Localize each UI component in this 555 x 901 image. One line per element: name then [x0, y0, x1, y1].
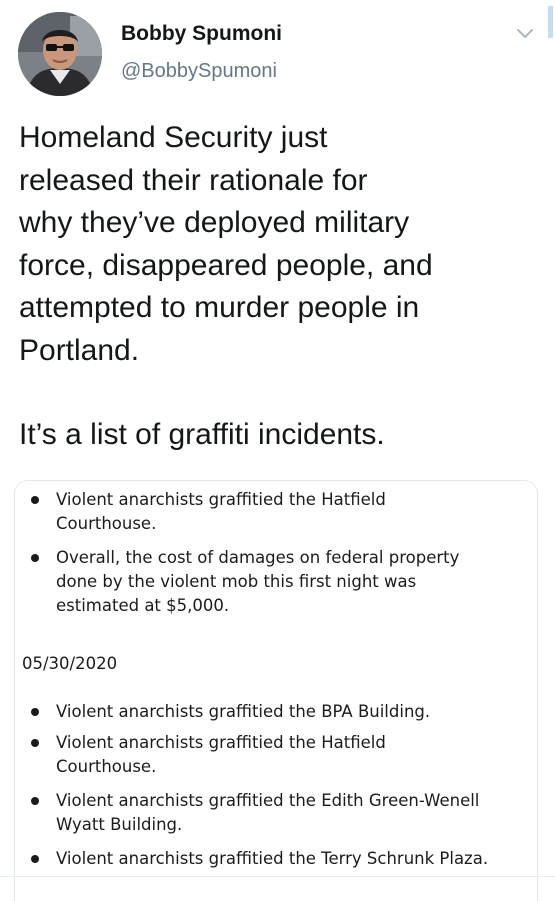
list-item: Violent anarchists graffitied the Edith …	[31, 789, 501, 837]
chevron-down-icon[interactable]	[515, 26, 535, 42]
bullet-icon	[31, 496, 39, 504]
avatar-photo	[18, 12, 102, 96]
bullet-icon	[31, 855, 39, 863]
list-item-text: Violent anarchists graffitied the BPA Bu…	[56, 702, 431, 721]
display-name[interactable]: Bobby Spumoni	[121, 22, 282, 46]
edge-divider	[548, 6, 553, 38]
bullet-icon	[31, 708, 39, 716]
list-item: Violent anarchists graffitied the Hatfie…	[31, 488, 501, 536]
user-handle[interactable]: @BobbySpumoni	[121, 60, 277, 83]
attached-image[interactable]: Violent anarchists graffitied the Hatfie…	[14, 480, 538, 901]
list-item: Violent anarchists graffitied the Hatfie…	[31, 731, 501, 779]
date-heading: 05/30/2020	[22, 654, 118, 673]
tweet-paragraph: Homeland Security just released their ra…	[19, 121, 433, 367]
list-item: Overall, the cost of damages on federal …	[31, 546, 501, 618]
bottom-divider	[0, 876, 555, 877]
list-item-text: Violent anarchists graffitied the Edith …	[56, 791, 480, 834]
bullet-icon	[31, 554, 39, 562]
list-item-text: Violent anarchists graffitied the Hatfie…	[56, 490, 386, 533]
bullet-icon	[31, 739, 39, 747]
tweet: Bobby Spumoni @BobbySpumoni Homeland Sec…	[0, 0, 555, 901]
tweet-text: Homeland Security just released their ra…	[19, 117, 539, 457]
tweet-paragraph: It’s a list of graffiti incidents.	[19, 418, 385, 451]
list-item-text: Overall, the cost of damages on federal …	[56, 548, 460, 615]
bullet-icon	[31, 797, 39, 805]
list-item: Violent anarchists graffitied the Terry …	[31, 847, 501, 871]
avatar[interactable]	[18, 12, 102, 96]
list-item-text: Violent anarchists graffitied the Terry …	[56, 849, 489, 868]
list-item-text: Violent anarchists graffitied the Hatfie…	[56, 733, 386, 776]
list-item: Violent anarchists graffitied the BPA Bu…	[31, 700, 501, 724]
